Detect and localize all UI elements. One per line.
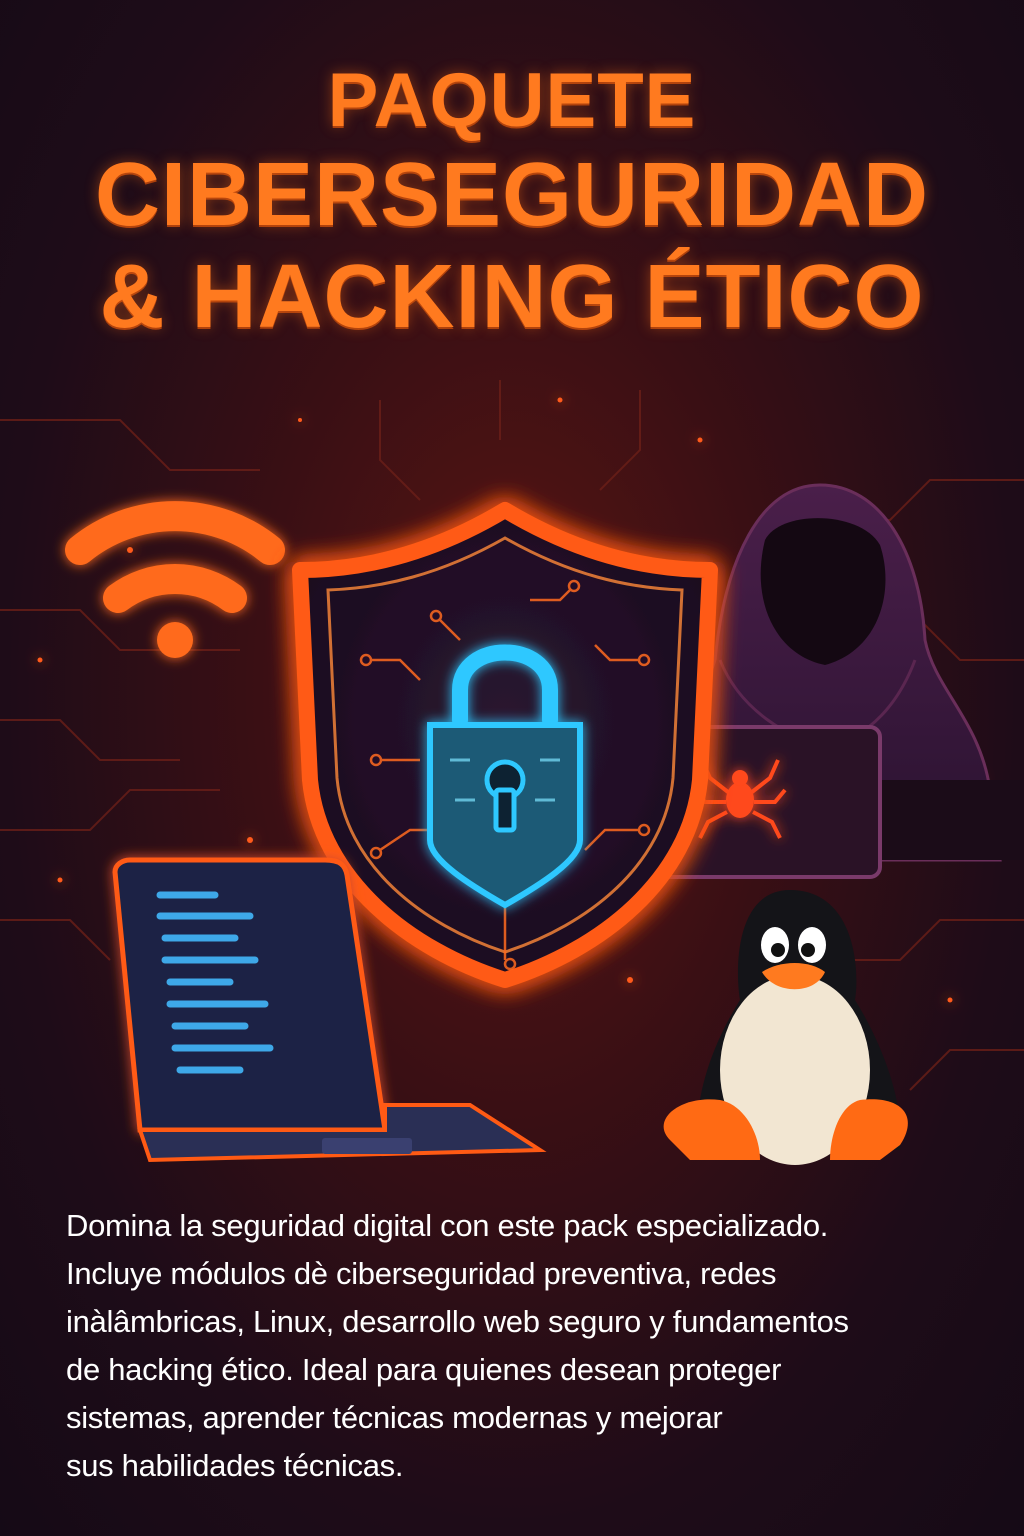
title-line-1: PAQUETE: [327, 58, 697, 143]
linux-penguin-icon: [663, 890, 908, 1165]
description-line: de hacking ético. Ideal para quienes des…: [66, 1352, 782, 1387]
description-line: sistemas, aprender técnicas modernas y m…: [66, 1400, 723, 1435]
wifi-icon: [65, 501, 285, 658]
description-line: inàlâmbricas, Linux, desarrollo web segu…: [66, 1304, 849, 1339]
poster-title: PAQUETE CIBERSEGURIDAD & HACKING ÉTICO: [0, 58, 1024, 348]
description-line: sus habilidades técnicas.: [66, 1448, 404, 1483]
title-line-2: CIBERSEGURIDAD: [94, 145, 930, 245]
illustration: [0, 380, 1024, 1165]
description-line: Domina la seguridad digital con este pac…: [66, 1208, 829, 1243]
title-line-3: & HACKING ÉTICO: [99, 247, 925, 347]
description-line: Incluye módulos dè ciberseguridad preven…: [66, 1256, 777, 1291]
description-text: Domina la seguridad digital con este pac…: [66, 1202, 996, 1490]
